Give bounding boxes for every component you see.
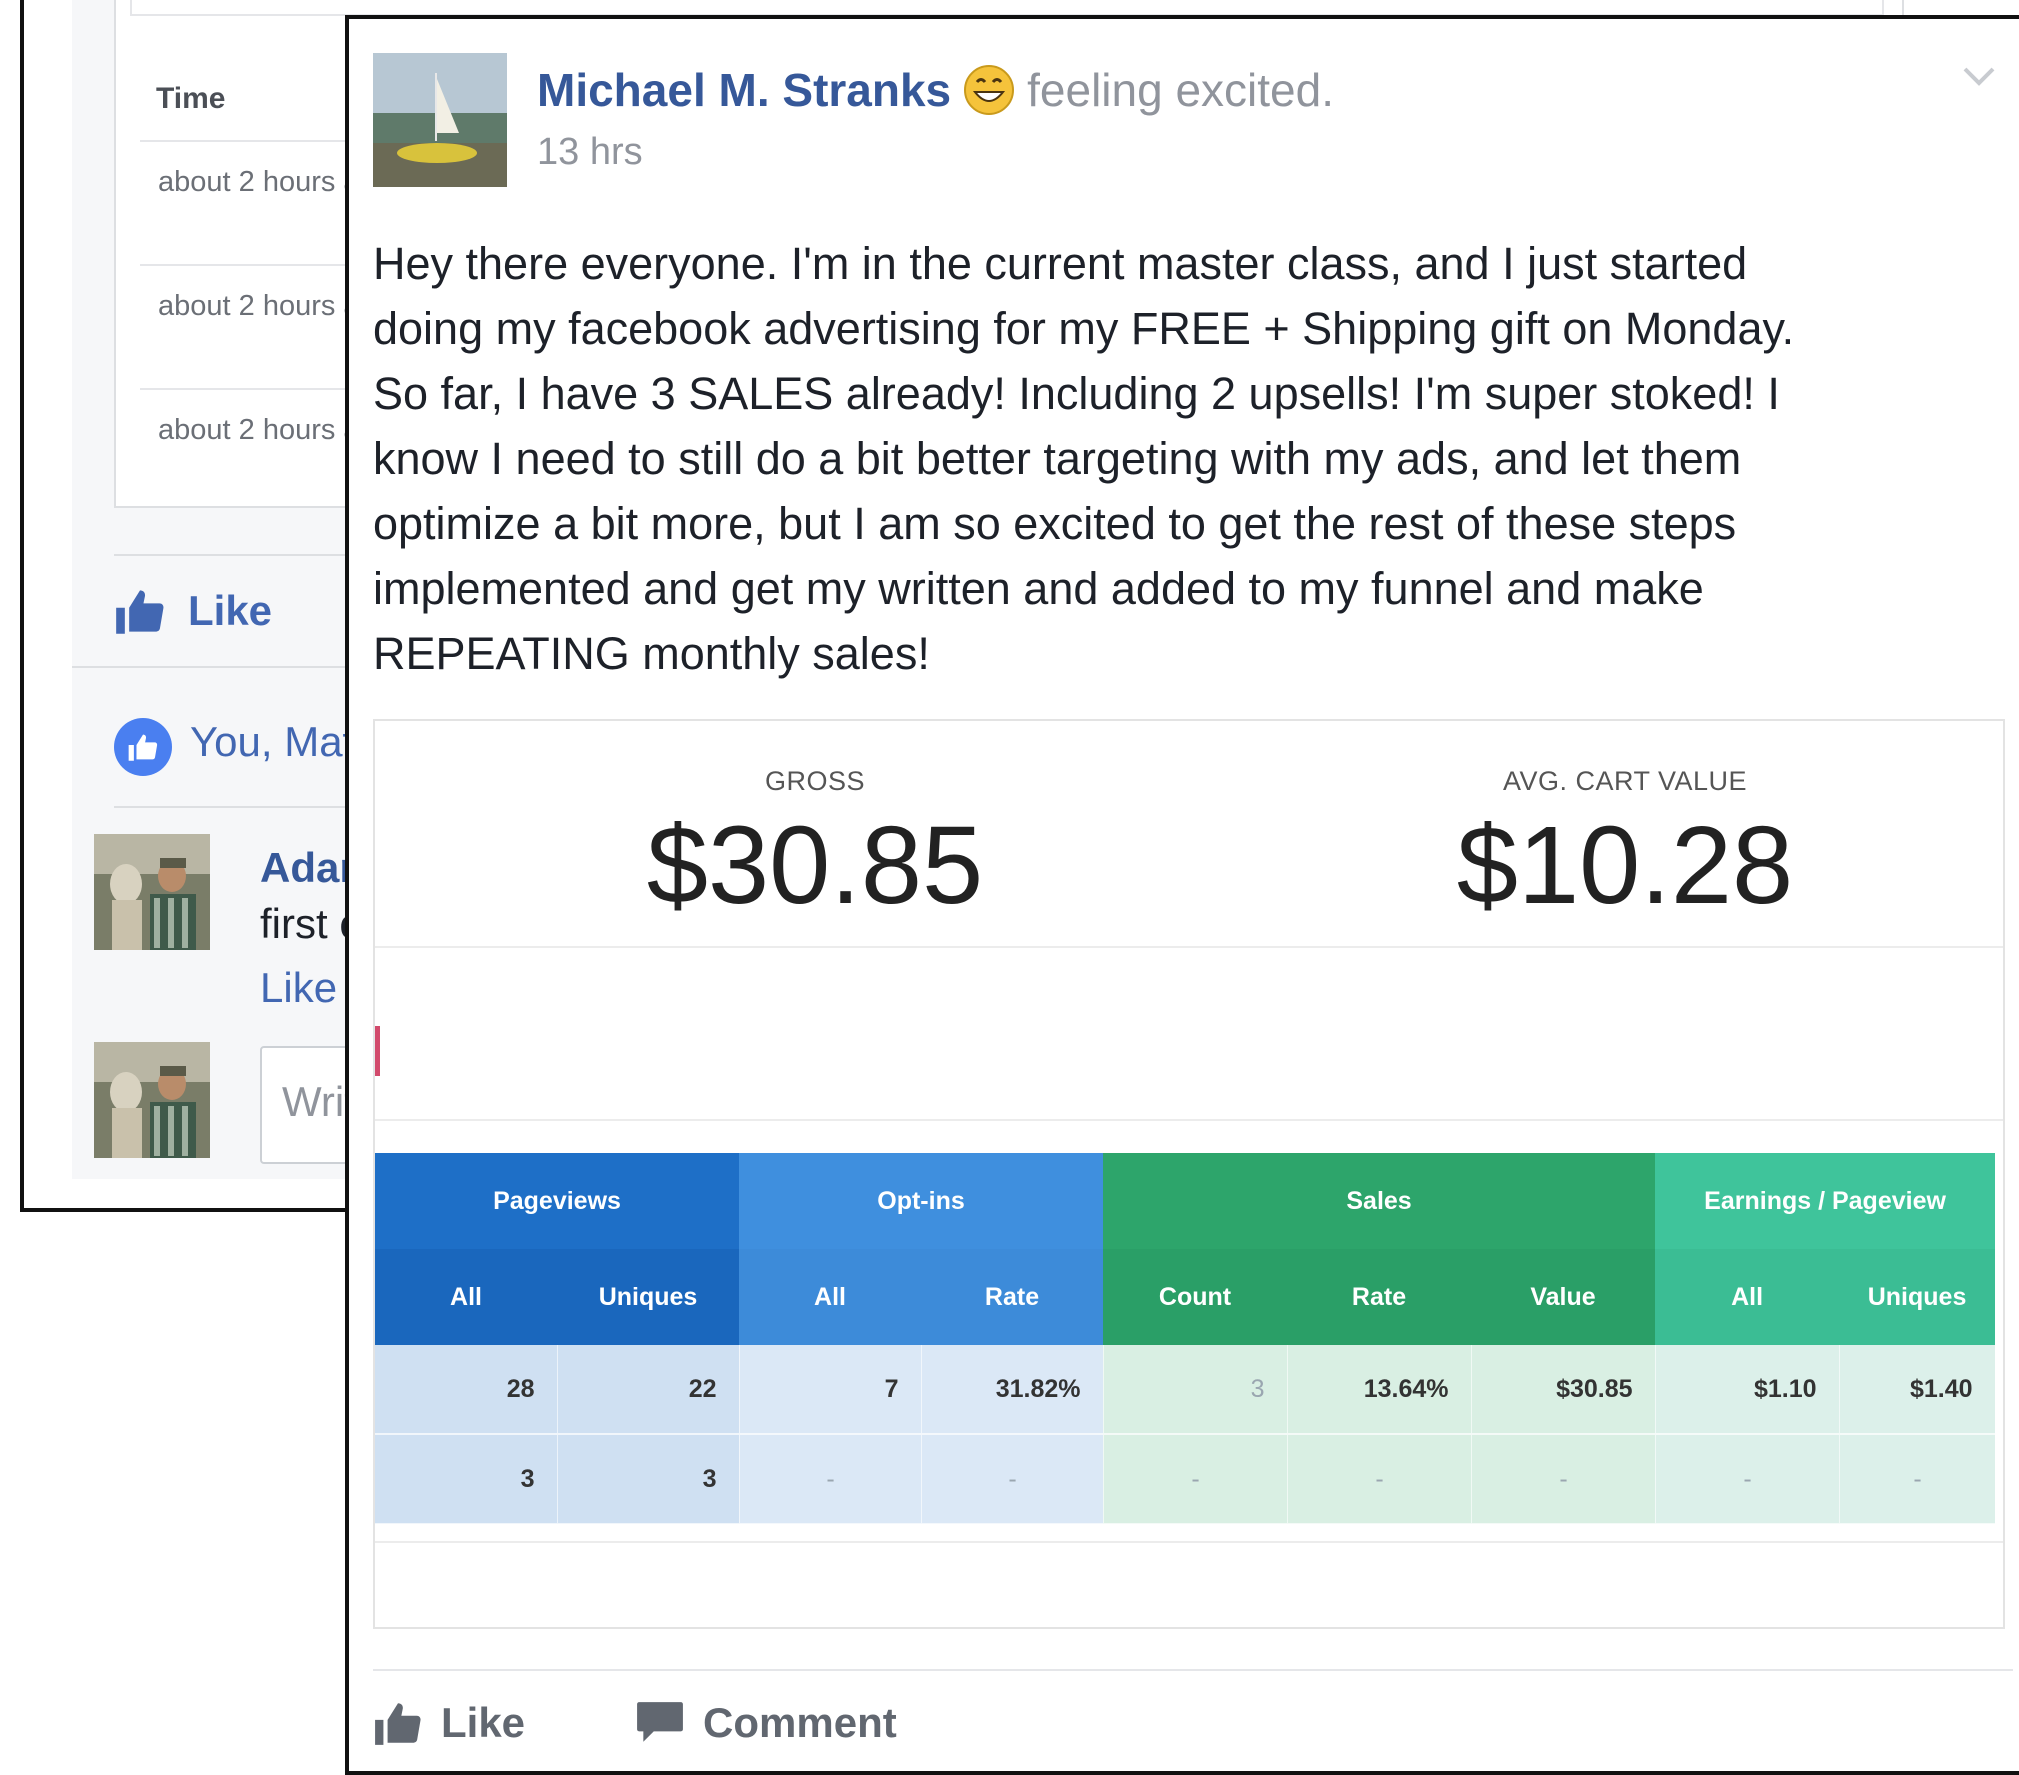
- dashboard-screenshot: GROSS $30.85 AVG. CART VALUE $10.28 Page…: [373, 719, 2005, 1629]
- avg-cart-stat: AVG. CART VALUE $10.28: [1275, 766, 1975, 931]
- row-time: about 2 hours a: [158, 414, 360, 446]
- group-earnings-pageview: Earnings / Pageview: [1655, 1153, 1996, 1249]
- reactions-text: You, Mat: [190, 718, 355, 765]
- group-sales: Sales: [1103, 1153, 1656, 1249]
- like-label: Like: [188, 587, 273, 634]
- divider: [375, 946, 2003, 948]
- time-column-header: Time: [156, 82, 226, 115]
- col-epv-all: All: [1655, 1249, 1840, 1345]
- feeling-text: feeling excited.: [1027, 64, 1335, 116]
- col-pageviews-all: All: [375, 1249, 557, 1345]
- like-button[interactable]: Like: [114, 586, 272, 636]
- comment-bubble-icon: [637, 1702, 683, 1742]
- divider: [373, 1669, 2013, 1671]
- author-avatar[interactable]: [373, 53, 507, 187]
- col-optins-rate: Rate: [921, 1249, 1104, 1345]
- cell: 31.82%: [921, 1345, 1104, 1435]
- col-optins-all: All: [739, 1249, 922, 1345]
- smiley-emoji-icon: [964, 65, 1015, 115]
- current-user-avatar: [94, 1042, 210, 1158]
- group-header-row: Pageviews Opt-ins Sales Earnings / Pagev…: [375, 1153, 1996, 1249]
- cell: -: [921, 1434, 1104, 1525]
- cell: -: [1655, 1434, 1840, 1525]
- post-card: Michael M. Stranks feeling excited. 13 h…: [345, 15, 2019, 1775]
- divider: [375, 1119, 2003, 1121]
- cell: $1.10: [1655, 1345, 1840, 1435]
- sub-header-row: All Uniques All Rate Count Rate Value Al…: [375, 1249, 1996, 1345]
- cell: 7: [739, 1345, 922, 1435]
- col-pageviews-uniques: Uniques: [557, 1249, 740, 1345]
- cell: 3: [375, 1434, 558, 1525]
- cell: -: [1103, 1434, 1288, 1525]
- cell: $30.85: [1471, 1345, 1656, 1435]
- cell: -: [739, 1434, 922, 1525]
- row-time: about 2 hours a: [158, 290, 360, 322]
- cell: 3: [1103, 1345, 1288, 1435]
- row-time: about 2 hours a: [158, 166, 360, 198]
- author-name[interactable]: Michael M. Stranks: [537, 63, 951, 117]
- table-row: 28 22 7 31.82% 3 13.64% $30.85 $1.10 $1.…: [375, 1345, 1996, 1435]
- like-label: Like: [441, 1699, 526, 1746]
- like-button[interactable]: Like: [373, 1699, 525, 1747]
- cell: -: [1471, 1434, 1656, 1525]
- chevron-down-icon[interactable]: [1959, 61, 1999, 91]
- table-top-edge: [130, 0, 1884, 16]
- col-sales-value: Value: [1471, 1249, 1656, 1345]
- gross-stat: GROSS $30.85: [465, 766, 1165, 931]
- gross-label: GROSS: [764, 766, 866, 796]
- col-sales-count: Count: [1103, 1249, 1288, 1345]
- col-sales-rate: Rate: [1287, 1249, 1472, 1345]
- cell: -: [1287, 1434, 1472, 1525]
- stats-table: Pageviews Opt-ins Sales Earnings / Pagev…: [375, 1153, 1996, 1525]
- divider: [375, 1541, 2003, 1543]
- comment-label: Comment: [703, 1699, 897, 1746]
- cell: $1.40: [1839, 1345, 1996, 1435]
- thumbs-up-icon: [375, 1703, 421, 1745]
- cell: 13.64%: [1287, 1345, 1472, 1435]
- avg-cart-label: AVG. CART VALUE: [1502, 766, 1748, 796]
- avg-cart-value: $10.28: [1456, 804, 1794, 927]
- chart-marker: [375, 1026, 380, 1076]
- post-action-bar: Like Comment: [373, 1699, 1007, 1747]
- cell: 3: [557, 1434, 740, 1525]
- post-header: Michael M. Stranks feeling excited.: [537, 63, 1334, 117]
- cell: 22: [557, 1345, 740, 1435]
- post-text: Hey there everyone. I'm in the current m…: [373, 238, 1795, 679]
- col-epv-uniques: Uniques: [1839, 1249, 1996, 1345]
- post-timestamp[interactable]: 13 hrs: [537, 131, 643, 174]
- group-pageviews: Pageviews: [375, 1153, 740, 1249]
- thumbs-up-icon: [116, 590, 164, 634]
- table-row: 3 3 - - - - - - -: [375, 1434, 1996, 1525]
- gross-value: $30.85: [646, 804, 984, 927]
- group-optins: Opt-ins: [739, 1153, 1104, 1249]
- commenter-avatar[interactable]: [94, 834, 210, 950]
- cell: 28: [375, 1345, 558, 1435]
- like-reaction-icon: [114, 718, 172, 776]
- cell: -: [1839, 1434, 1996, 1525]
- comment-button[interactable]: Comment: [635, 1699, 897, 1747]
